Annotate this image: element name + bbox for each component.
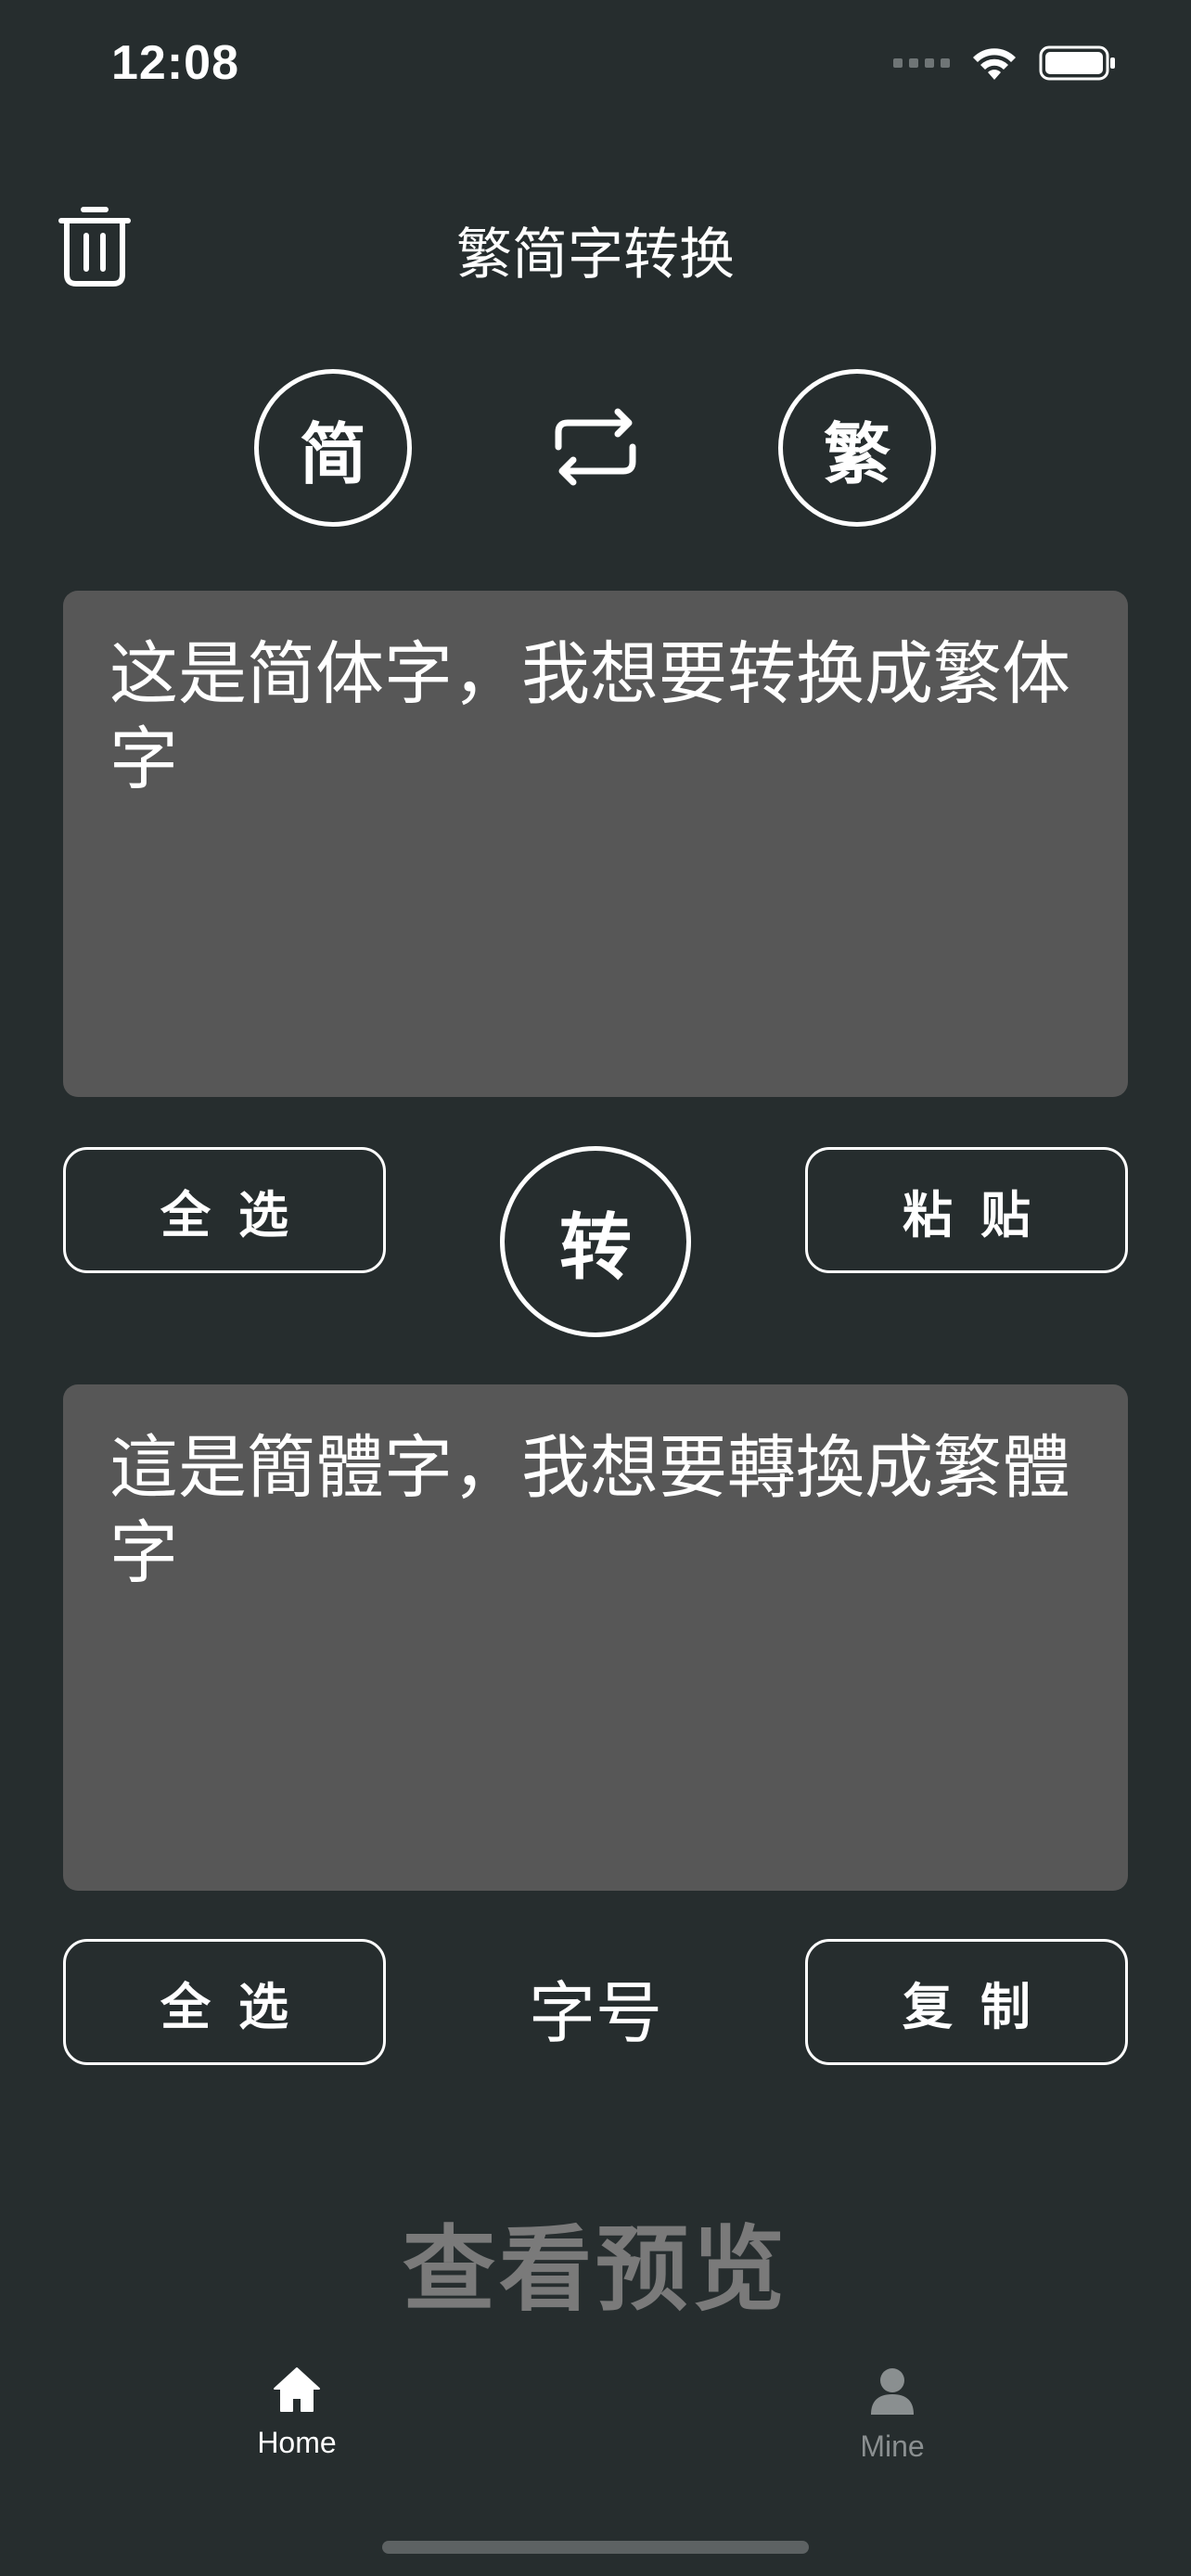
output-select-all-button[interactable]: 全选 bbox=[63, 1939, 386, 2065]
target-script-button[interactable]: 繁 bbox=[778, 369, 936, 527]
status-icons bbox=[893, 45, 1117, 82]
swap-direction-button[interactable] bbox=[545, 401, 646, 493]
status-time: 12:08 bbox=[111, 36, 239, 90]
input-select-all-button[interactable]: 全选 bbox=[63, 1147, 386, 1273]
input-text-area[interactable]: 这是简体字，我想要转换成繁体字 bbox=[63, 591, 1128, 1097]
page-title: 繁简字转换 bbox=[456, 223, 735, 287]
tab-mine[interactable]: Mine bbox=[753, 2366, 1031, 2464]
source-script-button[interactable]: 简 bbox=[254, 369, 412, 527]
tab-home[interactable]: Home bbox=[158, 2366, 436, 2460]
battery-icon bbox=[1039, 45, 1115, 81]
home-icon bbox=[274, 2367, 320, 2412]
tab-mine-label: Mine bbox=[860, 2429, 925, 2463]
font-size-button[interactable]: 字号 bbox=[410, 1958, 781, 2056]
copy-button[interactable]: 复制 bbox=[805, 1939, 1128, 2065]
output-text-area[interactable]: 這是簡體字，我想要轉換成繁體字 bbox=[63, 1384, 1128, 1891]
user-icon bbox=[871, 2368, 914, 2415]
home-indicator bbox=[382, 2541, 809, 2554]
tab-home-label: Home bbox=[257, 2426, 337, 2459]
convert-button[interactable]: 转 bbox=[500, 1146, 691, 1337]
paste-button[interactable]: 粘贴 bbox=[805, 1147, 1128, 1273]
wifi-icon bbox=[973, 48, 1016, 80]
signal-dots-icon bbox=[893, 58, 950, 68]
swap-arrows-icon bbox=[555, 408, 636, 486]
app-screen: 12:08 繁简字转换 简 繁 这是简体字，我想要转换成繁体字 全选 转 粘贴 … bbox=[0, 0, 1191, 2576]
preview-button[interactable]: 查看预览 bbox=[0, 2194, 1191, 2328]
